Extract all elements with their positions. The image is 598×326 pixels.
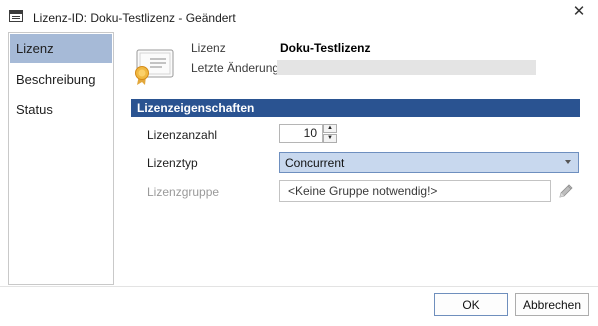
decrement-button[interactable]: ▼ (323, 134, 337, 143)
window-icon (9, 10, 23, 22)
chevron-down-icon[interactable] (565, 160, 571, 164)
footer-divider (0, 286, 598, 287)
pencil-icon[interactable] (557, 182, 575, 200)
license-type-label: Lizenztyp (147, 156, 198, 170)
ok-button[interactable]: OK (434, 293, 508, 316)
license-name: Doku-Testlizenz (280, 41, 371, 55)
cancel-button[interactable]: Abbrechen (515, 293, 589, 316)
last-change-label: Letzte Änderung (191, 61, 280, 75)
license-group-label: Lizenzgruppe (147, 185, 220, 199)
license-label: Lizenz (191, 41, 226, 55)
sidebar-item-label: Beschreibung (16, 72, 96, 87)
sidebar-item-label: Lizenz (16, 41, 54, 56)
license-count-stepper: ▲ ▼ (323, 124, 337, 143)
sidebar-item-status[interactable]: Status (10, 95, 112, 124)
last-change-value (277, 60, 536, 75)
close-icon[interactable]: ✕ (570, 3, 588, 21)
license-type-select[interactable]: Concurrent (279, 152, 579, 173)
sidebar-item-beschreibung[interactable]: Beschreibung (10, 65, 112, 94)
sidebar-item-lizenz[interactable]: Lizenz (10, 34, 112, 63)
window-title: Lizenz-ID: Doku-Testlizenz - Geändert (33, 11, 236, 25)
sidebar: Lizenz Beschreibung Status (8, 32, 114, 285)
increment-button[interactable]: ▲ (323, 124, 337, 133)
certificate-icon (135, 49, 174, 85)
sidebar-item-label: Status (16, 102, 53, 117)
title-bar: Lizenz-ID: Doku-Testlizenz - Geändert ✕ (0, 0, 598, 34)
license-count-input[interactable]: 10 (279, 124, 323, 143)
license-group-field[interactable]: <Keine Gruppe notwendig!> (279, 180, 551, 202)
section-header: Lizenzeigenschaften (131, 99, 580, 117)
license-type-value: Concurrent (285, 156, 345, 170)
license-count-label: Lizenzanzahl (147, 128, 218, 142)
